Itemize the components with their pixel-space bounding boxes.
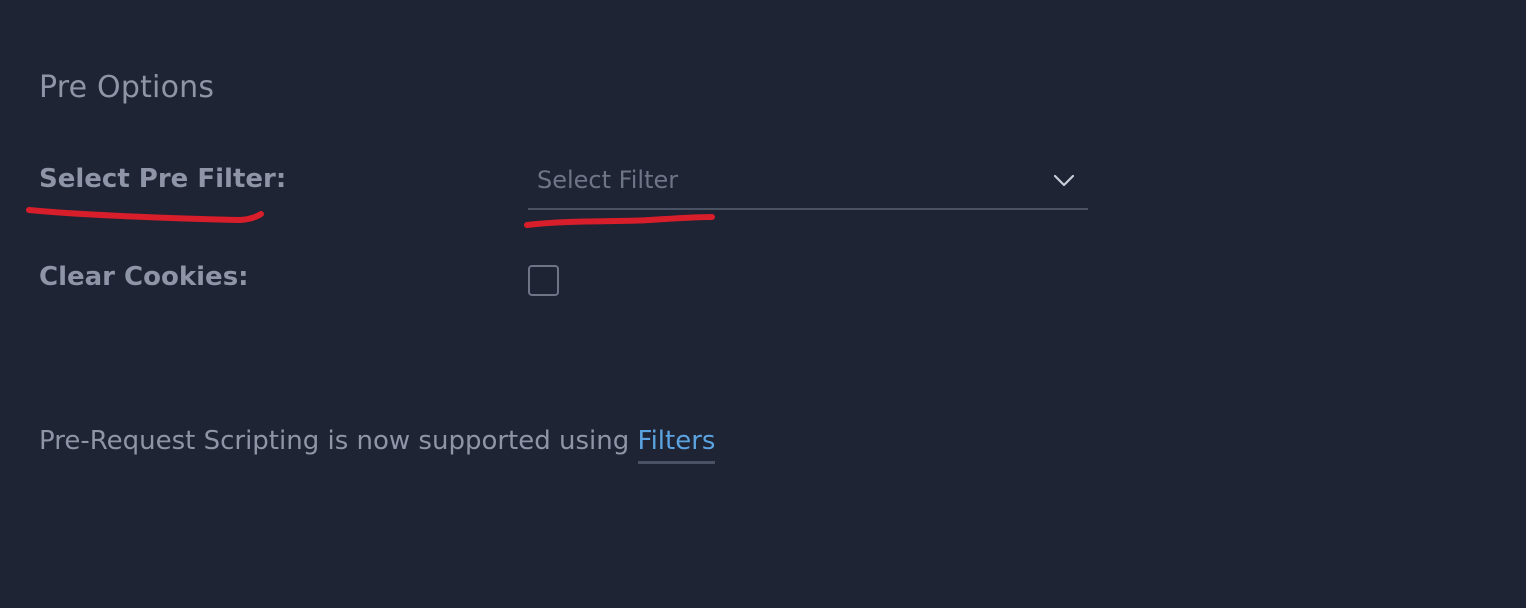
pre-filter-select[interactable]: Select Filter: [528, 156, 1088, 210]
pre-filter-placeholder: Select Filter: [537, 166, 679, 194]
section-title: Pre Options: [39, 70, 215, 105]
pre-filter-label: Select Pre Filter:: [39, 164, 287, 194]
clear-cookies-checkbox[interactable]: [528, 265, 559, 296]
info-message: Pre-Request Scripting is now supported u…: [39, 426, 638, 456]
filters-link[interactable]: Filters: [637, 426, 716, 464]
info-text: Pre-Request Scripting is now supported u…: [39, 426, 716, 464]
red-annotation-underlines: [26, 207, 715, 228]
chevron-down-icon: [1053, 174, 1075, 187]
clear-cookies-label: Clear Cookies:: [39, 262, 249, 292]
annotation-underline-label: [26, 207, 264, 224]
pre-options-panel: Pre Options Select Pre Filter: Select Fi…: [0, 0, 1526, 608]
annotation-underline-select: [524, 214, 715, 228]
